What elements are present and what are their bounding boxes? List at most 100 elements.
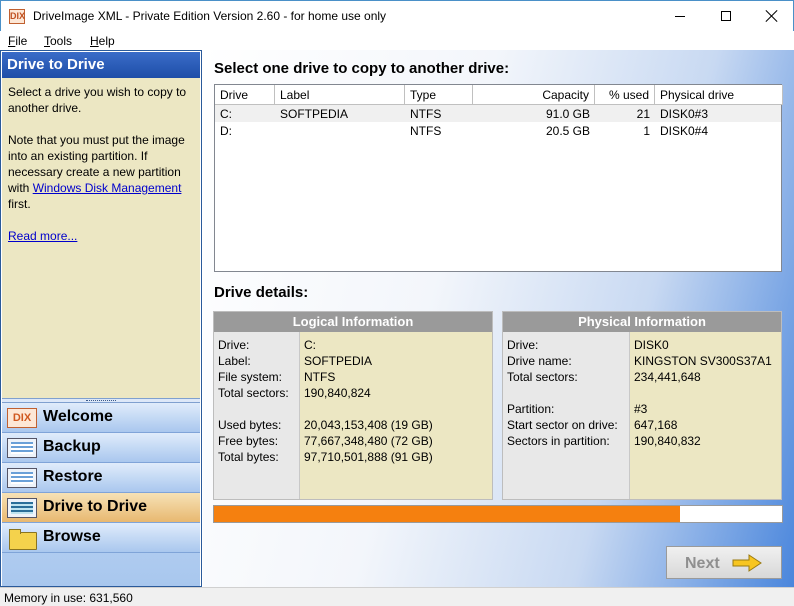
drive-row[interactable]: D: NTFS 20.5 GB 1 DISK0#4 xyxy=(215,122,781,139)
arrow-right-icon xyxy=(732,554,762,572)
cell-drive: D: xyxy=(220,124,232,138)
cell-percent-used: 21 xyxy=(636,107,650,121)
nav-backup-label: Backup xyxy=(43,438,101,455)
logical-drive-label: Drive: xyxy=(218,338,250,352)
cell-physical-drive: DISK0#4 xyxy=(660,124,709,138)
logical-drive-value: C: xyxy=(304,338,316,352)
nav-welcome[interactable]: DIX Welcome xyxy=(2,403,200,433)
physical-info-panel: Physical Information Drive: DISK0 Drive … xyxy=(502,311,782,500)
logical-filesystem-label: File system: xyxy=(218,370,283,384)
logical-filesystem-value: NTFS xyxy=(304,370,336,384)
cell-drive: C: xyxy=(220,107,232,121)
physical-total-sectors-value: 234,441,648 xyxy=(634,370,701,384)
help-text-panel: Select a drive you wish to copy to anoth… xyxy=(2,78,200,398)
menu-help-accel: H xyxy=(90,34,99,48)
main-panel: Select one drive to copy to another driv… xyxy=(203,50,794,587)
backup-icon xyxy=(7,438,37,458)
logical-total-sectors-label: Total sectors: xyxy=(218,386,289,400)
nav-drive-to-drive-label: Drive to Drive xyxy=(43,498,148,515)
menu-tools-rest: ools xyxy=(50,34,73,48)
nav-drive-to-drive[interactable]: Drive to Drive xyxy=(2,493,200,523)
cell-type: NTFS xyxy=(410,107,442,121)
physical-sectors-in-partition-value: 190,840,832 xyxy=(634,434,701,448)
next-button[interactable]: Next xyxy=(666,546,782,579)
column-label[interactable]: Label xyxy=(275,85,405,105)
menu-bar: File Tools Help xyxy=(0,31,794,50)
read-more-link[interactable]: Read more... xyxy=(8,229,77,243)
logical-total-bytes-label: Total bytes: xyxy=(218,450,279,464)
column-drive[interactable]: Drive xyxy=(215,85,275,105)
drive-row[interactable]: C: SOFTPEDIA NTFS 91.0 GB 21 DISK0#3 xyxy=(215,105,781,122)
drive-details-heading: Drive details: xyxy=(214,284,309,301)
progress-bar xyxy=(213,505,783,523)
minimize-icon xyxy=(675,15,685,17)
physical-drive-value: DISK0 xyxy=(634,338,669,352)
column-capacity[interactable]: Capacity xyxy=(473,85,595,105)
help-paragraph-2: Note that you must put the image into an… xyxy=(8,132,194,212)
cell-capacity: 20.5 GB xyxy=(545,124,590,138)
physical-drive-label: Drive: xyxy=(507,338,539,352)
help-paragraph-1: Select a drive you wish to copy to anoth… xyxy=(8,85,187,115)
status-bar: Memory in use: 631,560 xyxy=(0,587,794,606)
windows-disk-management-link[interactable]: Windows Disk Management xyxy=(33,181,182,195)
physical-total-sectors-label: Total sectors: xyxy=(507,370,578,384)
left-panel: Drive to Drive Select a drive you wish t… xyxy=(0,50,202,587)
logical-free-bytes-label: Free bytes: xyxy=(218,434,279,448)
menu-help-rest: elp xyxy=(98,34,115,48)
nav-restore-label: Restore xyxy=(43,468,103,485)
logical-used-bytes-value: 20,043,153,408 (19 GB) xyxy=(304,418,433,432)
logical-info-panel: Logical Information Drive: C: Label: SOF… xyxy=(213,311,493,500)
menu-tools[interactable]: Tools xyxy=(44,34,72,48)
left-panel-title: Drive to Drive xyxy=(2,52,200,78)
dix-logo-icon: DIX xyxy=(7,408,37,428)
cell-capacity: 91.0 GB xyxy=(545,107,590,121)
nav-browse-label: Browse xyxy=(43,528,101,545)
physical-drive-name-label: Drive name: xyxy=(507,354,572,368)
maximize-button[interactable] xyxy=(703,1,749,31)
window-title: DriveImage XML - Private Edition Version… xyxy=(33,9,387,23)
minimize-button[interactable] xyxy=(657,1,703,31)
next-button-label: Next xyxy=(685,555,720,572)
drive-to-drive-icon xyxy=(7,498,37,518)
cell-type: NTFS xyxy=(410,124,442,138)
column-physical-drive[interactable]: Physical drive xyxy=(655,85,783,105)
title-bar: DIX DriveImage XML - Private Edition Ver… xyxy=(0,0,794,31)
column-percent-used[interactable]: % used xyxy=(595,85,655,105)
select-drive-heading: Select one drive to copy to another driv… xyxy=(214,60,510,77)
navigation-bar: DIX Welcome Backup Restore Drive to Driv… xyxy=(2,403,200,586)
memory-status: Memory in use: 631,560 xyxy=(4,591,133,605)
physical-start-sector-label: Start sector on drive: xyxy=(507,418,618,432)
drive-list-header: Drive Label Type Capacity % used Physica… xyxy=(215,85,783,105)
cell-label: SOFTPEDIA xyxy=(280,107,349,121)
logical-info-header: Logical Information xyxy=(214,312,492,332)
help-paragraph-2-end: first. xyxy=(8,197,31,211)
column-type[interactable]: Type xyxy=(405,85,473,105)
app-logo-icon: DIX xyxy=(9,9,25,24)
physical-start-sector-value: 647,168 xyxy=(634,418,678,432)
logical-label-label: Label: xyxy=(218,354,251,368)
drive-list[interactable]: Drive Label Type Capacity % used Physica… xyxy=(214,84,783,272)
nav-restore[interactable]: Restore xyxy=(2,463,200,493)
physical-info-header: Physical Information xyxy=(503,312,781,332)
cell-percent-used: 1 xyxy=(643,124,650,138)
logical-total-sectors-value: 190,840,824 xyxy=(304,386,371,400)
close-button[interactable] xyxy=(749,1,794,31)
folder-icon xyxy=(7,528,37,550)
close-icon xyxy=(766,10,778,22)
menu-help[interactable]: Help xyxy=(90,34,115,48)
physical-sectors-in-partition-label: Sectors in partition: xyxy=(507,434,610,448)
nav-welcome-label: Welcome xyxy=(43,408,113,425)
cell-physical-drive: DISK0#3 xyxy=(660,107,709,121)
menu-file[interactable]: File xyxy=(8,34,27,48)
splitter-grip xyxy=(86,400,116,401)
menu-file-rest: ile xyxy=(15,34,28,48)
logical-total-bytes-value: 97,710,501,888 (91 GB) xyxy=(304,450,433,464)
nav-backup[interactable]: Backup xyxy=(2,433,200,463)
physical-partition-value: #3 xyxy=(634,402,648,416)
nav-browse[interactable]: Browse xyxy=(2,523,200,553)
logical-used-bytes-label: Used bytes: xyxy=(218,418,282,432)
progress-fill xyxy=(214,506,680,522)
restore-icon xyxy=(7,468,37,488)
logical-label-value: SOFTPEDIA xyxy=(304,354,373,368)
maximize-icon xyxy=(721,11,731,21)
